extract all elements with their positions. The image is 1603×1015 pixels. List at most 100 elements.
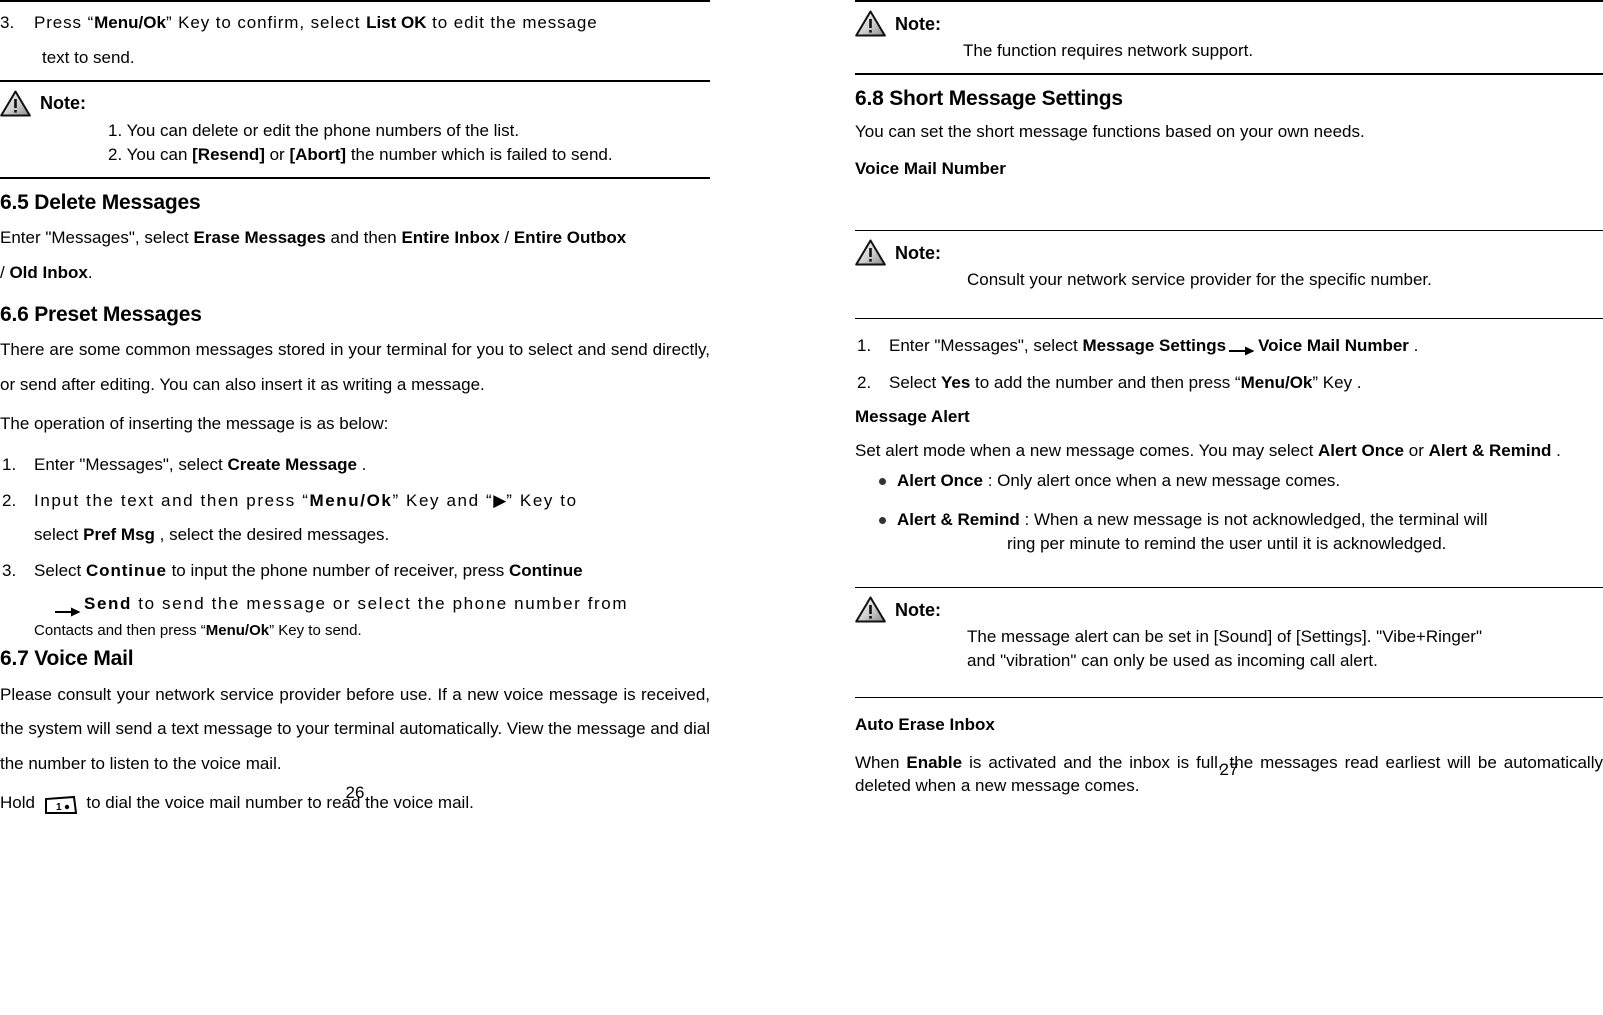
- ps3-pre: Select: [34, 560, 86, 580]
- note-1-body: 1. You can delete or edit the phone numb…: [0, 117, 710, 177]
- ma-pre: Set alert mode when a new message comes.…: [855, 441, 1319, 461]
- ps3-mid2: to send the message or select the phone …: [131, 593, 629, 613]
- note-1-bottom-rule: [0, 176, 710, 179]
- paragraph-6-7-intro: Please consult your network service prov…: [0, 684, 710, 774]
- p65-entire-outbox: Entire Outbox: [513, 228, 627, 248]
- paragraph-message-alert: Set alert mode when a new message comes.…: [855, 440, 1603, 463]
- ps3-mid: to input the phone number of receiver, p…: [166, 560, 509, 580]
- step-3-continuation: 3. Press “Menu/Ok” Key to confirm, select…: [0, 2, 710, 76]
- voice-mail-number-steps: Enter "Messages", select Message Setting…: [855, 333, 1603, 396]
- note-top-header: Note:: [855, 2, 1603, 37]
- p65-l2-post: .: [87, 262, 93, 282]
- p65-erase-messages: Erase Messages: [193, 228, 326, 248]
- ps3-continue-2: Continue: [508, 560, 583, 580]
- ps3-continue-1: Continue: [85, 560, 167, 580]
- note-top-label: Note:: [895, 13, 941, 34]
- note-1-item-2-mid: or: [264, 144, 290, 164]
- vmn2-post: ” Key .: [1312, 372, 1362, 392]
- ps2-pref-msg: Pref Msg: [83, 524, 155, 544]
- page-number-right: 27: [1219, 760, 1239, 780]
- ps2-l2-post: , select the desired messages.: [154, 524, 390, 544]
- ps3-menu-ok: Menu/Ok: [205, 621, 270, 639]
- ps1-post: .: [356, 454, 367, 474]
- ps2-menu-ok: Menu/Ok: [309, 490, 393, 510]
- note-top-body: The function requires network support.: [963, 41, 1254, 60]
- p65-old-inbox: Old Inbox: [9, 262, 88, 282]
- alert-remind-desc-line-2: ring per minute to remind the user until…: [1007, 534, 1447, 554]
- note-1-item-1: 1. You can delete or edit the phone numb…: [108, 120, 520, 140]
- preset-message-steps: Enter "Messages", select Create Message …: [0, 448, 710, 643]
- note-1-header: Note:: [0, 82, 710, 117]
- message-alert-options: Alert Once : Only alert once when a new …: [855, 469, 1603, 557]
- ps3-line-2: Send to send the message or select the p…: [34, 587, 710, 620]
- page-right-body: Note: The function requires network supp…: [855, 0, 1603, 798]
- step-3-text-2: ” Key to confirm, select: [165, 13, 367, 32]
- paragraph-6-5-line-1: Enter "Messages", select Erase Messages …: [0, 221, 710, 256]
- p65-entire-inbox: Entire Inbox: [401, 228, 500, 248]
- alert-remind-term: Alert & Remind: [897, 509, 1020, 529]
- vmn1-pre: Enter "Messages", select: [889, 336, 1083, 356]
- alert-remind-option: Alert & Remind : When a new message is n…: [855, 508, 1603, 557]
- ma-post: .: [1551, 441, 1561, 461]
- alert-once-desc: : Only alert once when a new message com…: [982, 471, 1341, 491]
- step-3-key-list-ok: List OK: [366, 13, 427, 32]
- vmn1-post: .: [1408, 336, 1419, 356]
- sub-heading-voice-mail-number: Voice Mail Number: [855, 159, 1006, 179]
- note-alert-bottom-rule: [855, 697, 1603, 699]
- heading-6-8-short-message-settings: 6.8 Short Message Settings: [855, 87, 1123, 111]
- step-3-text-1: Press “: [34, 13, 95, 32]
- ps3-l3-post: ” Key to send.: [269, 621, 362, 639]
- alert-remind-desc: : When a new message is not acknowledged…: [1019, 509, 1488, 529]
- alert-once-option: Alert Once : Only alert once when a new …: [855, 469, 1603, 494]
- note-1-label: Note:: [40, 93, 86, 114]
- manual-page-spread: 3. Press “Menu/Ok” Key to confirm, select…: [0, 0, 1603, 1015]
- sub-heading-message-alert: Message Alert: [855, 407, 970, 427]
- right-arrow-icon: [55, 597, 81, 617]
- heading-6-5-delete-messages: 6.5 Delete Messages: [0, 190, 201, 214]
- note-vmn-header: Note:: [855, 231, 1603, 266]
- note-vmn-label: Note:: [895, 242, 941, 263]
- note-top-bottom-rule: [855, 73, 1603, 76]
- right-arrow-triangle-icon: ▶: [493, 490, 507, 510]
- paragraph-6-6-operation: The operation of inserting the message i…: [0, 413, 389, 433]
- step-3-text-3: to edit the message: [426, 13, 598, 32]
- note-1-abort-token: [Abort]: [289, 144, 347, 164]
- note-alert-header: Note:: [855, 588, 1603, 623]
- note-block-1: Note: 1. You can delete or edit the phon…: [0, 82, 710, 177]
- ps2-line-2: select Pref Msg , select the desired mes…: [34, 518, 710, 552]
- heading-6-7-voice-mail: 6.7 Voice Mail: [0, 647, 134, 671]
- p65-pre: Enter "Messages", select: [0, 228, 194, 248]
- ps2-pre: Input the text and then press “: [34, 490, 310, 510]
- warning-triangle-icon: [855, 239, 886, 266]
- note-block-message-alert: Note: The message alert can be set in [S…: [855, 588, 1603, 697]
- note-alert-body: The message alert can be set in [Sound] …: [855, 623, 1603, 697]
- note-1-item-2-pre: 2. You can: [108, 144, 193, 164]
- vmn1-voice-mail-number: Voice Mail Number: [1258, 336, 1409, 356]
- note-vmn-body: Consult your network service provider fo…: [967, 270, 1432, 290]
- step-3-line-2: text to send.: [42, 47, 135, 67]
- heading-6-6-preset-messages: 6.6 Preset Messages: [0, 302, 202, 326]
- spacer-before-note-alert: [855, 571, 1603, 587]
- step-3-number: 3.: [0, 13, 15, 32]
- voice-mail-number-blank-area: [855, 184, 1603, 230]
- p65-sep: /: [499, 228, 514, 248]
- vmn1-message-settings: Message Settings: [1082, 336, 1227, 356]
- alert-once-term: Alert Once: [897, 471, 983, 491]
- ps1-pre: Enter "Messages", select: [34, 454, 228, 474]
- note-alert-label: Note:: [895, 599, 941, 620]
- warning-triangle-icon: [855, 596, 886, 623]
- ps2-mid2: ” Key to: [506, 490, 578, 510]
- ma-mid: or: [1404, 441, 1429, 461]
- sub-heading-auto-erase-inbox: Auto Erase Inbox: [855, 715, 995, 735]
- step-3-key-menu-ok: Menu/Ok: [94, 13, 166, 32]
- page-left: 3. Press “Menu/Ok” Key to confirm, select…: [0, 0, 730, 1015]
- preset-step-1: Enter "Messages", select Create Message …: [0, 448, 710, 482]
- page-right: Note: The function requires network supp…: [855, 0, 1603, 1015]
- page-gutter: [730, 0, 855, 1015]
- note-block-voice-mail-number: Note: Consult your network service provi…: [855, 231, 1603, 318]
- note-1-list: 1. You can delete or edit the phone numb…: [108, 119, 710, 167]
- paragraph-6-5-line-2: / Old Inbox.: [0, 256, 710, 291]
- vmn2-mid: to add the number and then press “: [970, 372, 1241, 392]
- paragraph-6-6-intro: There are some common messages stored in…: [0, 340, 710, 394]
- warning-triangle-icon: [855, 10, 886, 37]
